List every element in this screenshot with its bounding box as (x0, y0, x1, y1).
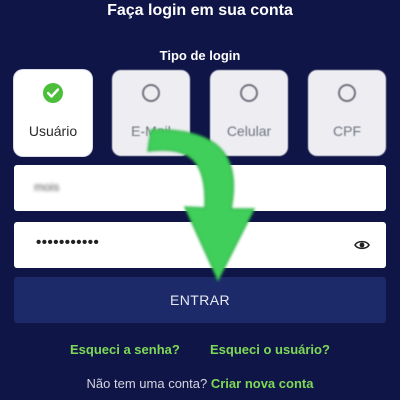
forgot-username-link[interactable]: Esqueci o usuário? (210, 342, 330, 357)
password-field[interactable]: ••••••••••• (14, 222, 386, 268)
login-screen: Faça login em sua conta Tipo de login Us… (0, 0, 400, 400)
login-type-label: Celular (226, 123, 272, 139)
login-type-usuario[interactable]: Usuário (14, 70, 92, 156)
login-type-label: E-Mail (131, 123, 171, 139)
radio-empty-icon (142, 84, 160, 102)
login-type-label: Usuário (28, 123, 78, 139)
radio-empty-icon (338, 84, 356, 102)
eye-icon[interactable] (354, 238, 370, 256)
username-field[interactable]: mois (14, 165, 386, 211)
radio-empty-icon (240, 84, 258, 102)
check-circle-icon (43, 83, 63, 103)
signup-prompt: Não tem uma conta? Criar nova conta (0, 376, 400, 391)
login-type-cpf[interactable]: CPF (308, 70, 386, 156)
page-title: Faça login em sua conta (107, 2, 293, 19)
login-type-email[interactable]: E-Mail (112, 70, 190, 156)
login-type-heading: Tipo de login (159, 48, 241, 63)
login-type-selector: Usuário E-Mail Celular CPF (14, 70, 386, 156)
forgot-password-link[interactable]: Esqueci a senha? (70, 342, 180, 357)
login-type-celular[interactable]: Celular (210, 70, 288, 156)
password-value: ••••••••••• (36, 234, 100, 251)
create-account-link[interactable]: Criar nova conta (211, 376, 314, 391)
login-submit-button[interactable]: ENTRAR (14, 277, 386, 323)
login-type-label: CPF (333, 123, 361, 139)
username-value: mois (34, 180, 60, 194)
no-account-text: Não tem uma conta? (86, 376, 208, 391)
